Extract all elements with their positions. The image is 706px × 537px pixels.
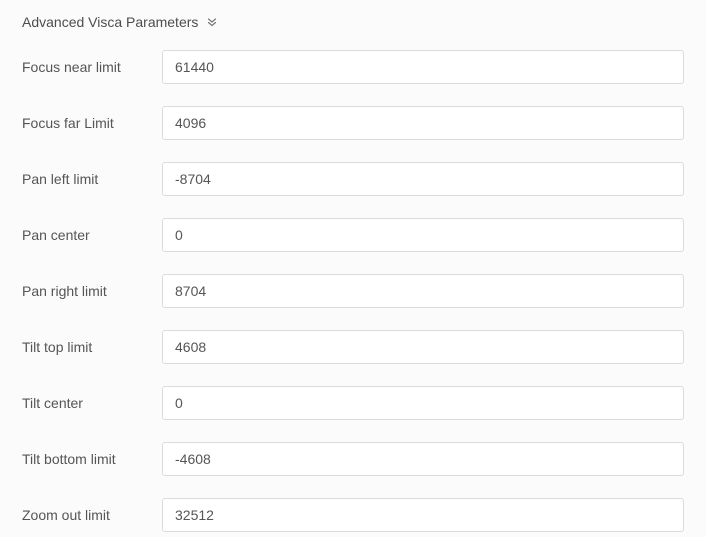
field-row-pan-center: Pan center: [22, 218, 684, 252]
tilt-bottom-limit-input[interactable]: [162, 442, 684, 476]
field-row-tilt-bottom-limit: Tilt bottom limit: [22, 442, 684, 476]
section-toggle-advanced-visca[interactable]: Advanced Visca Parameters: [22, 14, 684, 30]
field-label: Tilt top limit: [22, 339, 162, 355]
field-label: Pan right limit: [22, 283, 162, 299]
pan-right-limit-input[interactable]: [162, 274, 684, 308]
field-row-pan-right-limit: Pan right limit: [22, 274, 684, 308]
pan-center-input[interactable]: [162, 218, 684, 252]
field-row-focus-far-limit: Focus far Limit: [22, 106, 684, 140]
field-label: Focus far Limit: [22, 115, 162, 131]
field-row-focus-near-limit: Focus near limit: [22, 50, 684, 84]
pan-left-limit-input[interactable]: [162, 162, 684, 196]
tilt-center-input[interactable]: [162, 386, 684, 420]
focus-near-limit-input[interactable]: [162, 50, 684, 84]
section-title: Advanced Visca Parameters: [22, 14, 198, 30]
field-row-tilt-center: Tilt center: [22, 386, 684, 420]
field-row-zoom-out-limit: Zoom out limit: [22, 498, 684, 532]
field-label: Pan center: [22, 227, 162, 243]
chevron-double-down-icon: [206, 16, 218, 28]
field-row-tilt-top-limit: Tilt top limit: [22, 330, 684, 364]
field-label: Tilt bottom limit: [22, 451, 162, 467]
field-label: Focus near limit: [22, 59, 162, 75]
field-label: Pan left limit: [22, 171, 162, 187]
field-row-pan-left-limit: Pan left limit: [22, 162, 684, 196]
tilt-top-limit-input[interactable]: [162, 330, 684, 364]
zoom-out-limit-input[interactable]: [162, 498, 684, 532]
field-label: Tilt center: [22, 395, 162, 411]
focus-far-limit-input[interactable]: [162, 106, 684, 140]
field-label: Zoom out limit: [22, 507, 162, 523]
